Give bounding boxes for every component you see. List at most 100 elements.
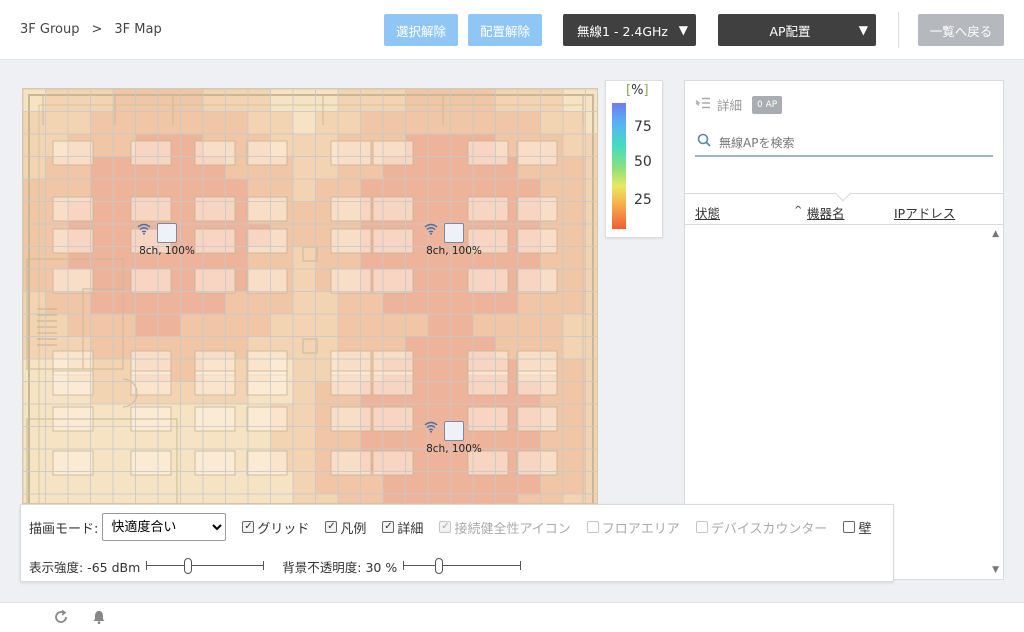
checkbox-empty-icon[interactable] bbox=[843, 521, 856, 533]
collapse-list-icon[interactable] bbox=[695, 97, 711, 112]
heat-cell bbox=[428, 359, 451, 382]
ap-count-badge: 0 AP bbox=[752, 95, 783, 114]
ap-label: 8ch, 100% bbox=[426, 245, 482, 257]
heat-cell bbox=[450, 111, 473, 134]
heat-cell bbox=[428, 156, 451, 179]
heat-cell bbox=[338, 314, 361, 337]
heat-cell bbox=[270, 314, 293, 337]
column-ip-address[interactable]: IPアドレス bbox=[894, 203, 955, 222]
column-device-name[interactable]: 機器名 bbox=[807, 203, 845, 222]
option-checkbox[interactable]: ✓ 凡例 bbox=[325, 518, 366, 537]
checkbox-checked-icon[interactable]: ✓ bbox=[382, 521, 395, 533]
ap-place-select[interactable]: AP配置 ▼ bbox=[718, 14, 876, 46]
legend-unit: [%] bbox=[626, 83, 649, 98]
unplace-button[interactable]: 配置解除 bbox=[468, 14, 542, 46]
controls-row-options: 描画モード: 快適度合い ✓ グリッド ✓ 凡例 ✓ 詳細 ✓ 接続健全性アイコン フロアエリア… bbox=[29, 513, 871, 541]
heat-cell bbox=[113, 291, 136, 314]
sort-asc-icon: ^ bbox=[794, 205, 803, 216]
option-checkbox: フロアエリア bbox=[586, 518, 680, 537]
checkbox-label: 詳細 bbox=[397, 521, 424, 537]
access-point-marker[interactable]: 8ch, 100% bbox=[424, 421, 484, 455]
heat-cell bbox=[495, 89, 518, 112]
heat-cell bbox=[585, 336, 597, 359]
heat-cell bbox=[248, 314, 271, 337]
heat-cell bbox=[203, 89, 226, 112]
checkbox-empty-icon bbox=[695, 521, 708, 533]
opacity-slider[interactable] bbox=[403, 558, 522, 574]
heat-cell bbox=[540, 89, 563, 112]
controls-row-sliders: 表示強度: -65 dBm 背景不透明度: 30 % bbox=[29, 555, 522, 577]
heat-cell bbox=[135, 291, 158, 314]
wifi-ap-icon bbox=[137, 223, 177, 243]
strength-slider[interactable] bbox=[146, 558, 265, 574]
heat-cell bbox=[450, 314, 473, 337]
option-checkbox: デバイスカウンター bbox=[695, 518, 827, 537]
heat-cell bbox=[585, 224, 597, 247]
slider-thumb[interactable] bbox=[183, 558, 192, 574]
heat-cell bbox=[428, 111, 451, 134]
heat-cell bbox=[180, 314, 203, 337]
ap-search-field[interactable]: 無線APを検索 bbox=[695, 129, 993, 157]
heat-cell bbox=[360, 314, 383, 337]
heat-cell bbox=[90, 224, 113, 247]
checkbox-checked-icon: ✓ bbox=[439, 521, 452, 533]
scroll-up-arrow-icon[interactable]: ▲ bbox=[992, 229, 999, 239]
scroll-down-arrow-icon[interactable]: ▼ bbox=[992, 565, 999, 575]
heatmap-canvas bbox=[23, 89, 597, 503]
heat-cell bbox=[563, 156, 586, 179]
draw-mode-select[interactable]: 快適度合い bbox=[102, 513, 227, 541]
heat-cell bbox=[338, 494, 361, 503]
display-controls: 描画モード: 快適度合い ✓ グリッド ✓ 凡例 ✓ 詳細 ✓ 接続健全性アイコン フロアエリア… bbox=[20, 504, 894, 582]
access-point-marker[interactable]: 8ch, 100% bbox=[137, 223, 197, 257]
checkbox-checked-icon[interactable]: ✓ bbox=[325, 521, 338, 533]
heat-cell bbox=[293, 471, 316, 494]
breadcrumb-group[interactable]: 3F Group bbox=[20, 22, 79, 37]
strength-label: 表示強度: -65 dBm bbox=[29, 559, 141, 575]
heat-cell bbox=[315, 111, 338, 134]
slider-thumb[interactable] bbox=[434, 558, 443, 574]
heat-cell bbox=[225, 291, 248, 314]
heat-cell bbox=[450, 89, 473, 112]
heat-cell bbox=[473, 111, 496, 134]
floor-map[interactable]: 8ch, 100% 8ch, 100% 8ch, 100% bbox=[22, 88, 598, 504]
refresh-icon[interactable] bbox=[53, 609, 69, 629]
option-checkbox[interactable]: ✓ 詳細 bbox=[382, 518, 423, 537]
heat-cell bbox=[293, 494, 316, 503]
heat-cell bbox=[90, 269, 113, 292]
back-to-list-button[interactable]: 一覧へ戻る bbox=[918, 14, 1004, 46]
legend-tick: 50 bbox=[634, 154, 652, 170]
legend-tick: 75 bbox=[634, 119, 652, 135]
heat-cell bbox=[90, 246, 113, 269]
unplace-label: 配置解除 bbox=[479, 23, 530, 39]
heat-cell bbox=[473, 494, 496, 503]
heat-cell bbox=[563, 449, 586, 472]
checkbox-checked-icon[interactable]: ✓ bbox=[242, 521, 255, 533]
ap-label: 8ch, 100% bbox=[139, 245, 195, 257]
heat-cell bbox=[23, 179, 46, 202]
heat-cell bbox=[585, 269, 597, 292]
heat-cell bbox=[203, 111, 226, 134]
heat-cell bbox=[428, 89, 451, 112]
option-checkbox[interactable]: 壁 bbox=[843, 518, 871, 537]
heat-cell bbox=[90, 291, 113, 314]
access-point-marker[interactable]: 8ch, 100% bbox=[424, 223, 484, 257]
band-select[interactable]: 無線1 - 2.4GHz ▼ bbox=[563, 14, 696, 46]
checkbox-label: グリッド bbox=[257, 521, 310, 537]
deselect-button[interactable]: 選択解除 bbox=[384, 14, 458, 46]
option-checkbox[interactable]: ✓ グリッド bbox=[242, 518, 309, 537]
heat-cell bbox=[428, 201, 451, 224]
draw-mode-label: 描画モード: bbox=[29, 521, 99, 537]
heat-cell bbox=[563, 269, 586, 292]
bell-icon[interactable] bbox=[91, 609, 107, 629]
heat-cell bbox=[383, 314, 406, 337]
heat-cell bbox=[293, 269, 316, 292]
slider-track bbox=[403, 565, 522, 566]
heat-cell bbox=[90, 89, 113, 112]
heat-cell bbox=[495, 314, 518, 337]
heat-cell bbox=[563, 314, 586, 337]
heat-cell bbox=[68, 89, 91, 112]
heat-cell bbox=[180, 111, 203, 134]
heat-cell bbox=[473, 89, 496, 112]
heat-cell bbox=[293, 201, 316, 224]
column-status[interactable]: 状態 bbox=[695, 203, 720, 222]
